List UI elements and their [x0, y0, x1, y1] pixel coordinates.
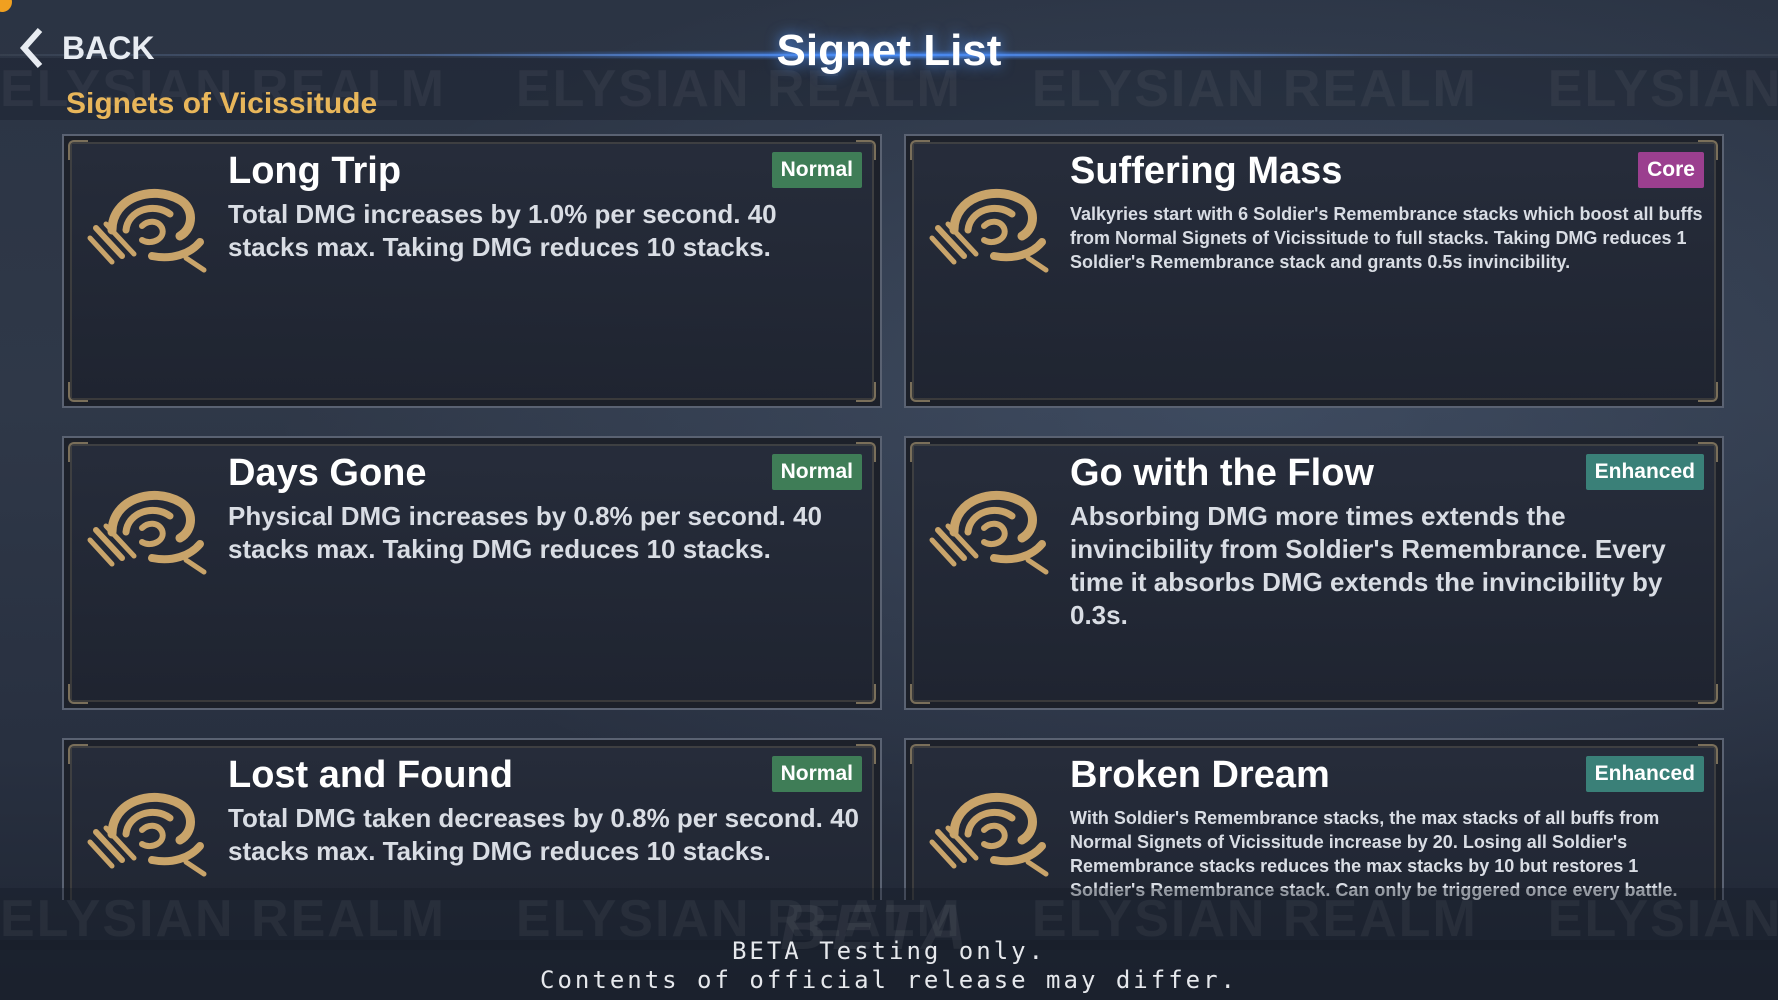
signet-card-go-with-the-flow[interactable]: Go with the Flow Enhanced Absorbing DMG … — [904, 436, 1724, 710]
vicissitude-emblem-icon — [87, 188, 207, 273]
vicissitude-emblem-icon — [929, 188, 1049, 273]
vicissitude-emblem-icon — [87, 792, 207, 877]
rarity-badge: Enhanced — [1585, 454, 1704, 490]
rarity-badge: Core — [1638, 152, 1704, 188]
signet-title: Lost and Found — [228, 754, 513, 796]
signet-title: Long Trip — [228, 150, 402, 192]
signet-description: Total DMG taken decreases by 0.8% per se… — [228, 803, 859, 866]
signet-card-suffering-mass[interactable]: Suffering Mass Core Valkyries start with… — [904, 134, 1724, 408]
signet-list[interactable]: Long Trip Normal Total DMG increases by … — [62, 134, 1732, 900]
page-title: Signet List — [776, 26, 1002, 75]
back-button[interactable]: BACK — [18, 22, 154, 74]
signet-card-broken-dream[interactable]: Broken Dream Enhanced With Soldier's Rem… — [904, 738, 1724, 900]
section-heading: Signets of Vicissitude — [66, 92, 378, 120]
vicissitude-emblem-icon — [929, 490, 1049, 575]
beta-notice-line-1: BETA Testing only. — [731, 937, 1047, 965]
rarity-badge: Normal — [771, 152, 862, 188]
signet-title: Suffering Mass — [1070, 150, 1343, 192]
signet-description: Physical DMG increases by 0.8% per secon… — [228, 501, 822, 564]
signet-card-long-trip[interactable]: Long Trip Normal Total DMG increases by … — [62, 134, 882, 408]
vicissitude-emblem-icon — [929, 792, 1049, 877]
signet-description: Total DMG increases by 1.0% per second. … — [228, 199, 777, 262]
signet-description: With Soldier's Remembrance stacks, the m… — [1070, 808, 1678, 900]
signet-title: Broken Dream — [1070, 754, 1330, 796]
beta-notice-line-2: Contents of official release may differ. — [540, 966, 1238, 994]
signet-card-days-gone[interactable]: Days Gone Normal Physical DMG increases … — [62, 436, 882, 710]
chevron-left-icon — [19, 28, 43, 68]
signet-title: Go with the Flow — [1070, 452, 1374, 494]
signet-description: Valkyries start with 6 Soldier's Remembr… — [1070, 204, 1703, 272]
vicissitude-emblem-icon — [87, 490, 207, 575]
rarity-badge: Normal — [771, 454, 862, 490]
back-button-label: BACK — [62, 29, 155, 66]
rarity-badge: Enhanced — [1585, 756, 1704, 792]
signet-description: Absorbing DMG more times extends the inv… — [1070, 501, 1666, 630]
signet-title: Days Gone — [228, 452, 427, 494]
rarity-badge: Normal — [771, 756, 862, 792]
signet-card-lost-and-found[interactable]: Lost and Found Normal Total DMG taken de… — [62, 738, 882, 900]
